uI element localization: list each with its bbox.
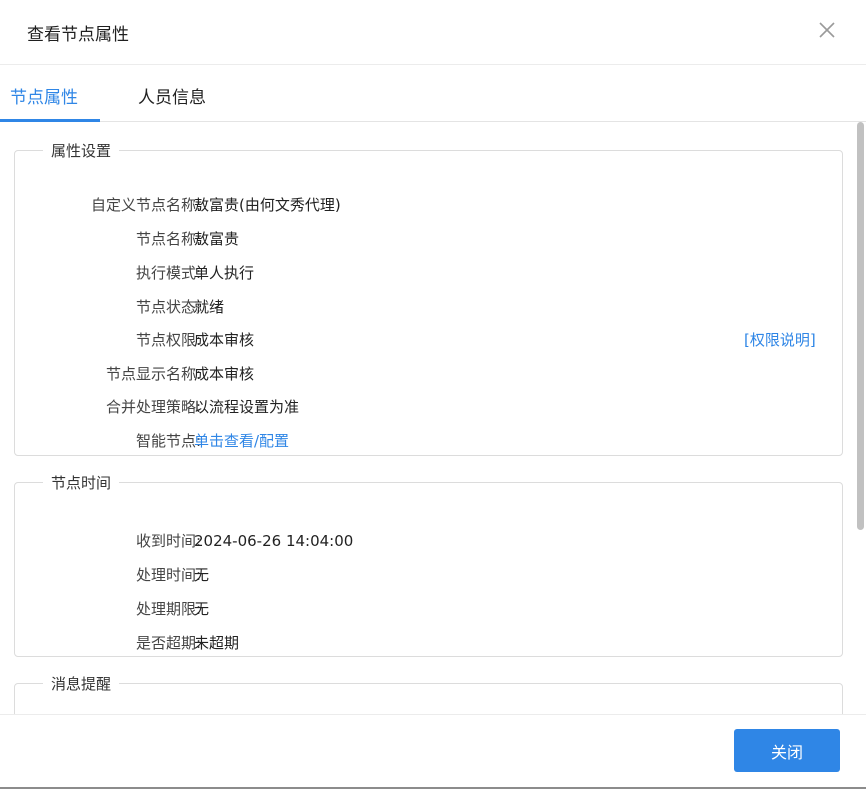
label-received-time: 收到时间: xyxy=(135,532,201,550)
row-processing-deadline: 处理期限: 无 xyxy=(15,598,842,620)
scrollbar-thumb[interactable] xyxy=(857,122,864,530)
attributes-group-title: 属性设置 xyxy=(51,142,112,160)
tab-bar: 节点属性 人员信息 xyxy=(0,65,866,122)
label-smart-node: 智能节点: xyxy=(135,432,201,450)
row-overdue: 是否超期: 未超期 xyxy=(15,632,842,654)
value-custom-node-name: 敖富贵(由何文秀代理) xyxy=(194,196,341,214)
message-reminder-group-title: 消息提醒 xyxy=(51,675,112,693)
label-overdue: 是否超期: xyxy=(135,634,201,652)
tab-personnel-info[interactable]: 人员信息 xyxy=(138,83,206,108)
label-node-name: 节点名称: xyxy=(135,230,201,248)
value-execution-mode: 单人执行 xyxy=(194,264,255,282)
row-smart-node: 智能节点: 单击查看/配置 xyxy=(15,430,842,452)
node-properties-dialog: 查看节点属性 节点属性 人员信息 属性设置 自定义节点名称: 敖富贵(由何文秀代… xyxy=(0,0,866,789)
label-node-display-name: 节点显示名称: xyxy=(105,365,201,383)
value-received-time: 2024-06-26 14:04:00 xyxy=(194,532,354,550)
value-node-status: 就绪 xyxy=(194,298,225,316)
label-merge-strategy: 合并处理策略: xyxy=(105,398,201,416)
dialog-title: 查看节点属性 xyxy=(27,25,129,45)
dialog-footer: 关闭 xyxy=(0,714,866,787)
row-processing-time: 处理时间: 无 xyxy=(15,564,842,586)
row-received-time: 收到时间: 2024-06-26 14:04:00 xyxy=(15,530,842,552)
row-node-permission: 节点权限: 成本审核 [权限说明] xyxy=(15,329,842,351)
node-time-group: 节点时间 收到时间: 2024-06-26 14:04:00 处理时间: 无 处… xyxy=(14,472,843,657)
label-node-status: 节点状态: xyxy=(135,298,201,316)
content-scrollbar[interactable] xyxy=(854,122,866,714)
label-processing-deadline: 处理期限: xyxy=(135,600,201,618)
close-icon[interactable] xyxy=(816,19,838,41)
label-processing-time: 处理时间: xyxy=(135,566,201,584)
value-node-name: 敖富贵 xyxy=(194,230,240,248)
row-custom-node-name: 自定义节点名称: 敖富贵(由何文秀代理) xyxy=(15,194,842,216)
value-node-display-name: 成本审核 xyxy=(194,365,255,383)
value-processing-deadline: 无 xyxy=(194,600,210,618)
value-merge-strategy: 以流程设置为准 xyxy=(194,398,300,416)
smart-node-config-link[interactable]: 单击查看/配置 xyxy=(194,430,289,452)
value-overdue: 未超期 xyxy=(194,634,240,652)
label-execution-mode: 执行模式: xyxy=(135,264,201,282)
row-node-display-name: 节点显示名称: 成本审核 xyxy=(15,363,842,385)
label-node-permission: 节点权限: xyxy=(135,331,201,349)
attributes-group: 属性设置 自定义节点名称: 敖富贵(由何文秀代理) 节点名称: 敖富贵 执行模式… xyxy=(14,140,843,456)
close-button[interactable]: 关闭 xyxy=(734,729,840,772)
node-time-group-title: 节点时间 xyxy=(51,474,112,492)
row-node-name: 节点名称: 敖富贵 xyxy=(15,228,842,250)
permission-info-link[interactable]: [权限说明] xyxy=(744,329,816,351)
value-node-permission: 成本审核 xyxy=(194,331,255,349)
row-execution-mode: 执行模式: 单人执行 xyxy=(15,262,842,284)
label-custom-node-name: 自定义节点名称: xyxy=(90,196,201,214)
tab-node-properties[interactable]: 节点属性 xyxy=(10,83,78,108)
row-merge-strategy: 合并处理策略: 以流程设置为准 xyxy=(15,396,842,418)
dialog-header: 查看节点属性 xyxy=(0,0,866,65)
value-processing-time: 无 xyxy=(194,566,210,584)
row-node-status: 节点状态: 就绪 xyxy=(15,296,842,318)
message-reminder-group: 消息提醒 xyxy=(14,673,843,714)
dialog-content[interactable]: 属性设置 自定义节点名称: 敖富贵(由何文秀代理) 节点名称: 敖富贵 执行模式… xyxy=(0,122,866,714)
